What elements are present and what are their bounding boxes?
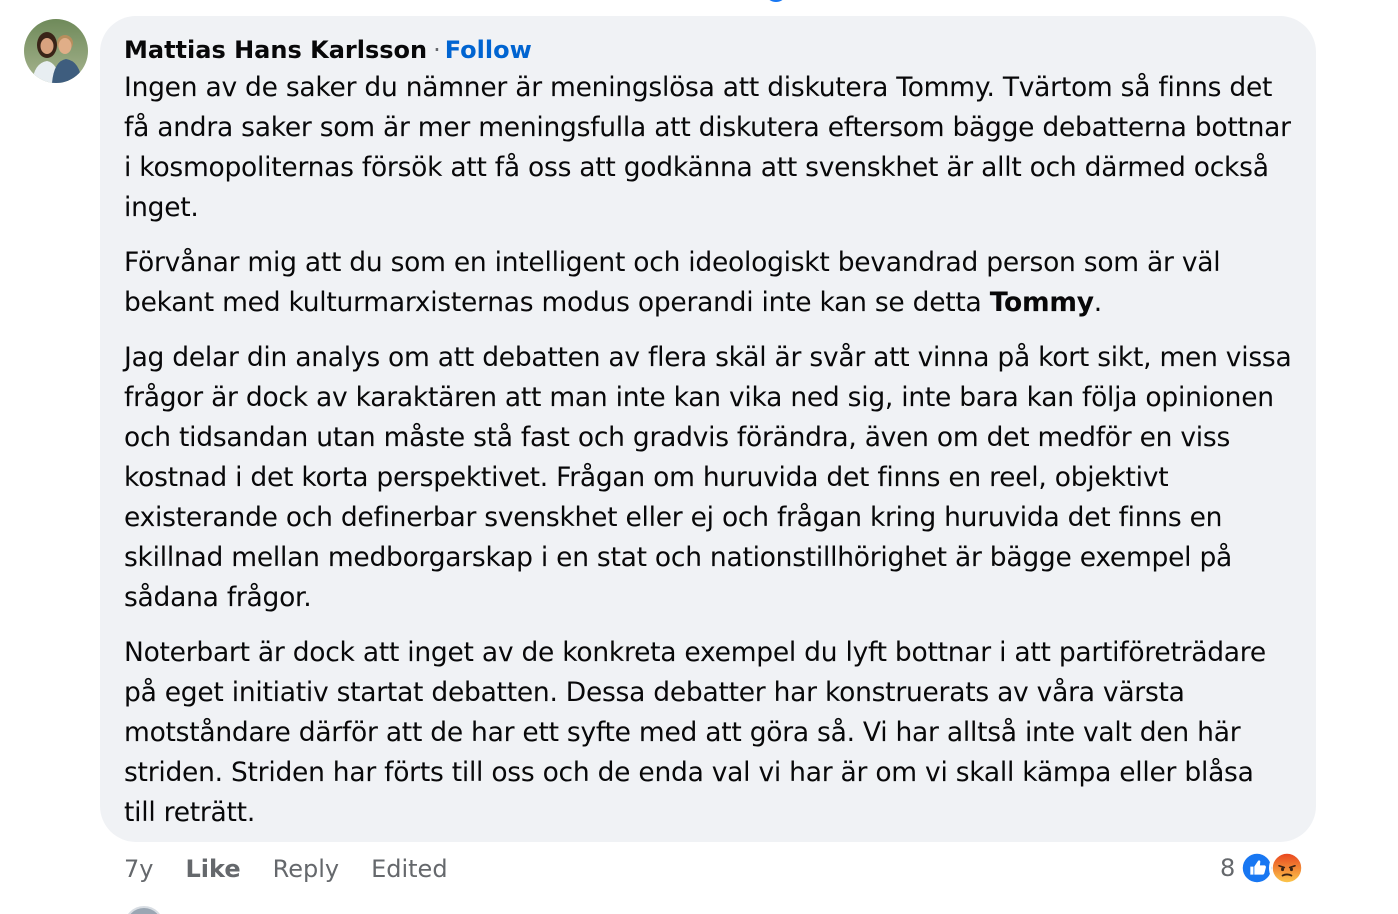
follow-button[interactable]: Follow bbox=[445, 36, 532, 64]
comment-paragraph: Ingen av de saker du nämner är meningslö… bbox=[124, 72, 1291, 223]
reactions-summary[interactable]: 8 bbox=[1220, 849, 1306, 887]
comment-header: Mattias Hans Karlsson · Follow bbox=[124, 34, 1292, 68]
timestamp-link[interactable]: 7y bbox=[124, 855, 153, 883]
scroll-indicator bbox=[768, 0, 784, 2]
comment-paragraph: Noterbart är dock att inget av de konkre… bbox=[124, 637, 1266, 828]
comment-thread: Mattias Hans Karlsson · Follow Ingen av de… bbox=[0, 0, 1398, 914]
separator-dot: · bbox=[433, 36, 441, 64]
comment-text: Ingen av de saker du nämner är meningslö… bbox=[124, 68, 1292, 833]
reply-button[interactable]: Reply bbox=[273, 855, 339, 883]
like-button[interactable]: Like bbox=[185, 855, 240, 883]
avatar-photo-icon bbox=[24, 19, 88, 83]
comment-paragraph: Förvånar mig att du som en intelligent o… bbox=[124, 243, 1292, 323]
avatar[interactable] bbox=[24, 19, 88, 83]
next-comment-avatar[interactable] bbox=[124, 906, 164, 914]
author-name[interactable]: Mattias Hans Karlsson bbox=[124, 36, 427, 64]
angry-reaction-icon bbox=[1269, 850, 1306, 886]
tagged-name[interactable]: Tommy bbox=[990, 287, 1094, 318]
paragraph-text: . bbox=[1093, 287, 1102, 318]
comment-actions: 7y Like Reply Edited bbox=[124, 852, 480, 886]
comment-paragraph: Jag delar din analys om att debatten av … bbox=[124, 342, 1292, 613]
reaction-count: 8 bbox=[1220, 854, 1236, 882]
edited-label: Edited bbox=[371, 855, 448, 883]
comment-bubble: Mattias Hans Karlsson · Follow Ingen av de… bbox=[100, 16, 1316, 842]
